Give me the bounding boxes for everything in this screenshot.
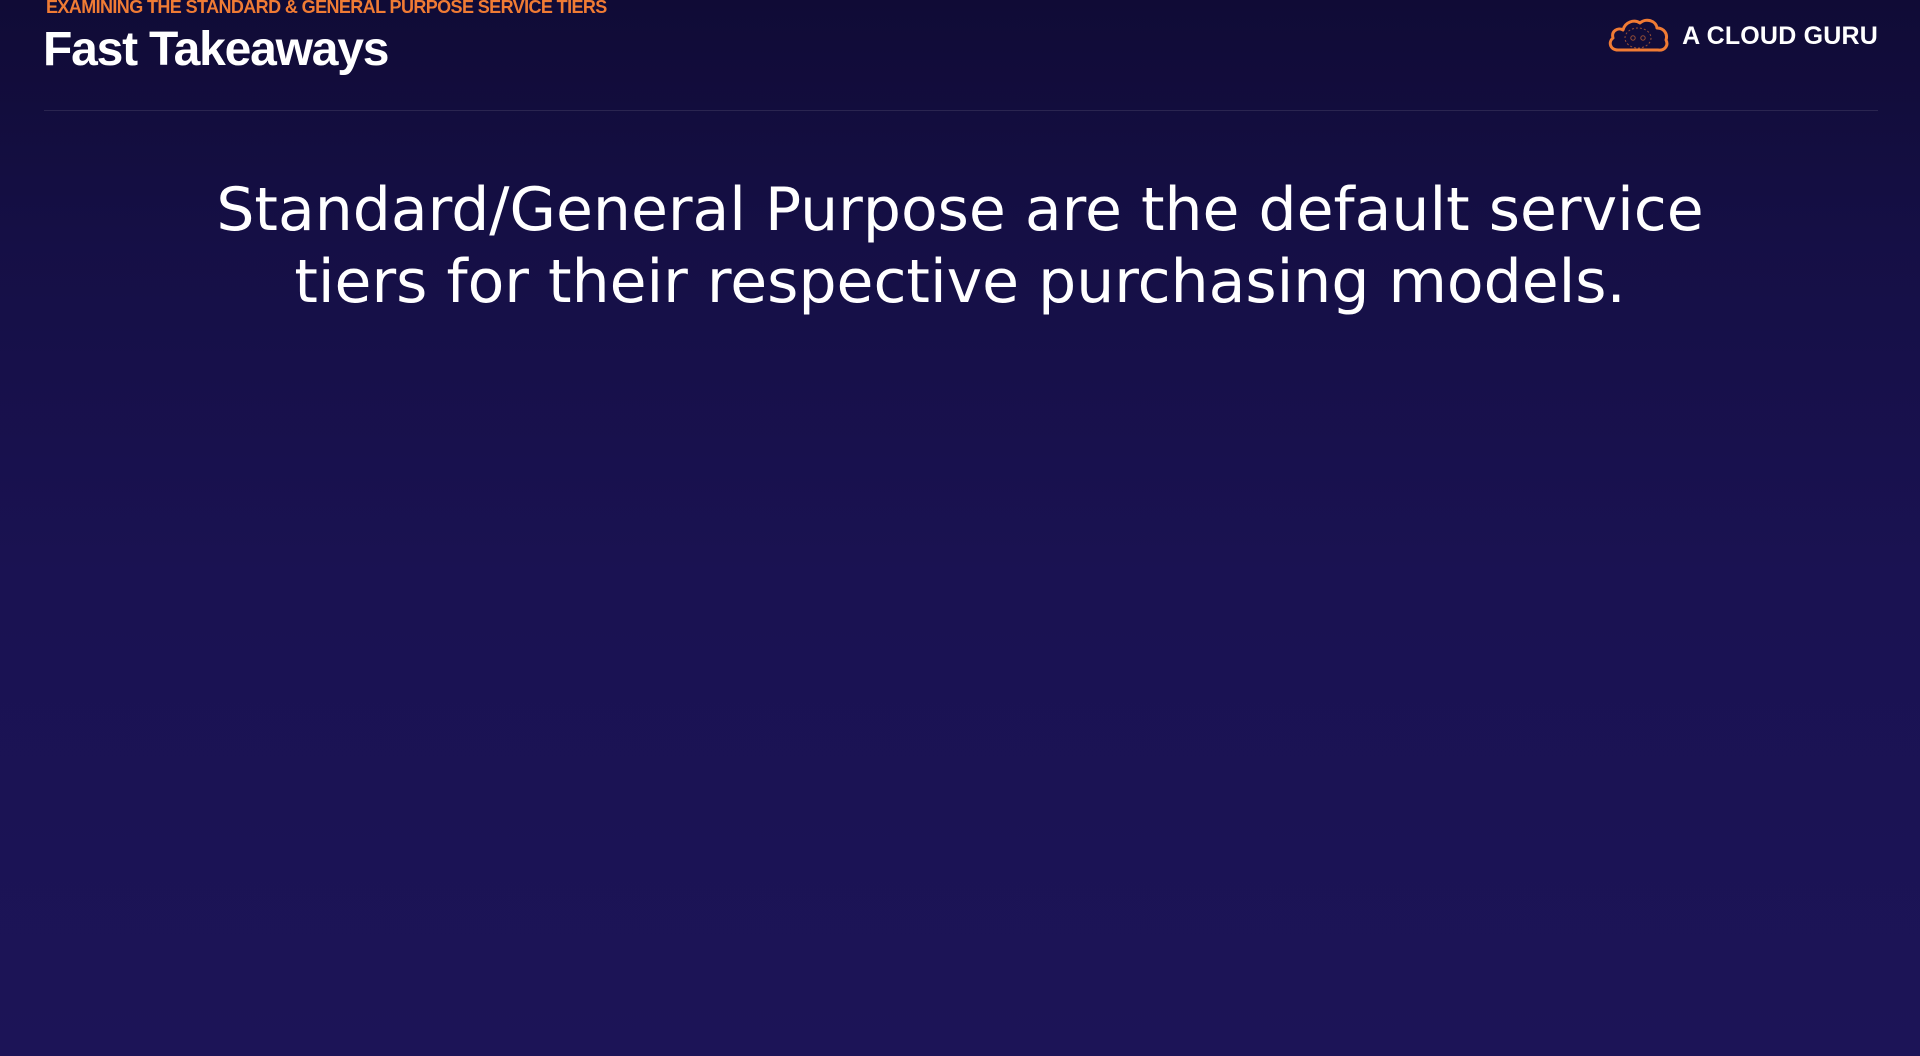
cloud-logo-icon	[1608, 18, 1669, 52]
section-eyebrow: EXAMINING THE STANDARD & GENERAL PURPOSE…	[46, 0, 607, 17]
brand-logo: A CLOUD GURU	[1606, 14, 1878, 58]
brand-name: A CLOUD GURU	[1682, 21, 1878, 50]
header-divider	[44, 110, 1878, 111]
takeaway-line: tiers for their respective purchasing mo…	[294, 247, 1626, 317]
slide-title: Fast Takeaways	[43, 23, 389, 76]
takeaway-line: Standard/General Purpose are the default…	[216, 175, 1704, 245]
takeaway-text: Standard/General Purpose are the default…	[160, 174, 1760, 318]
slide: EXAMINING THE STANDARD & GENERAL PURPOSE…	[0, 0, 1920, 1056]
